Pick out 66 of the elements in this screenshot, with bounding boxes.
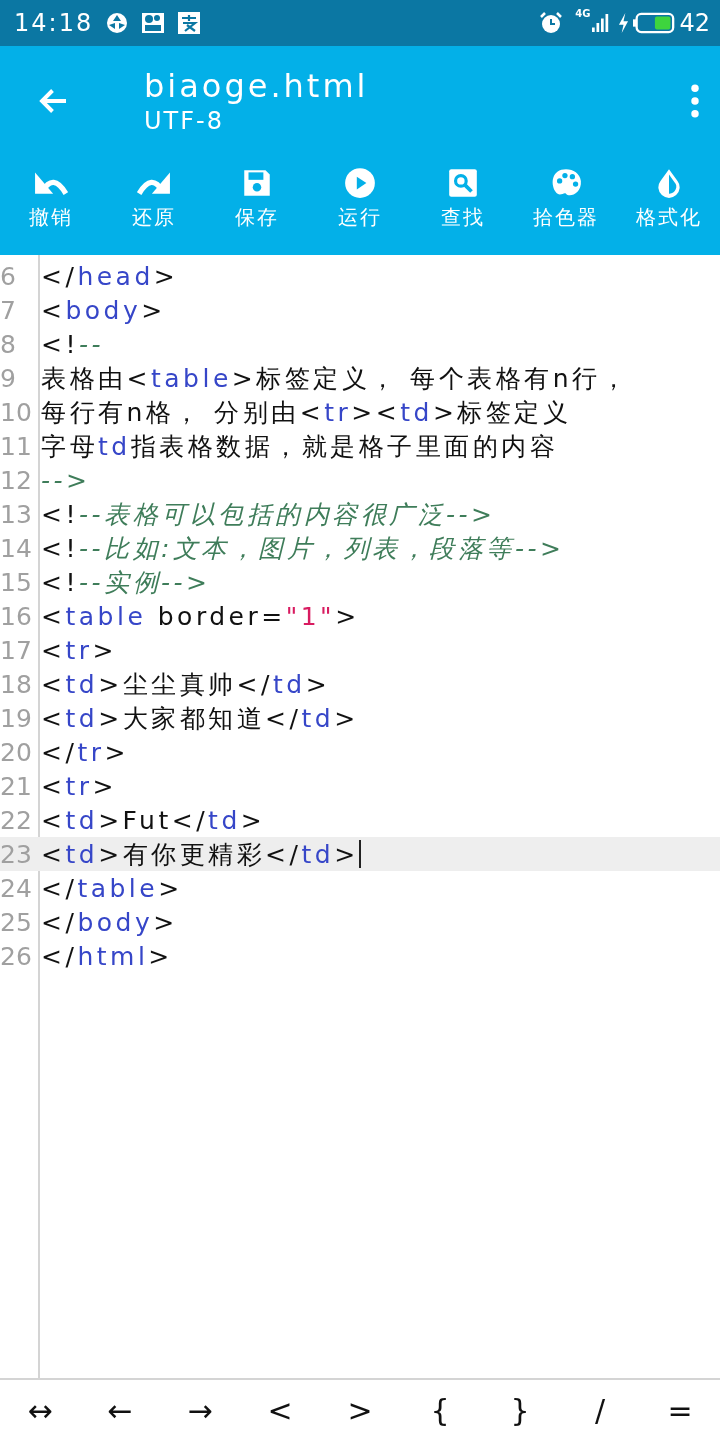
symbol-key[interactable]: =	[640, 1392, 720, 1428]
line-number: 7	[0, 295, 17, 325]
line-number: 26	[0, 941, 33, 971]
symbol-key[interactable]: /	[560, 1392, 640, 1428]
line-number: 20	[0, 737, 33, 767]
app-icon	[141, 11, 166, 35]
code-line: 表格由<table>标签定义， 每个表格有n行，	[41, 362, 630, 395]
code-line: <td>大家都知道</td>	[41, 702, 359, 735]
signal-icon	[592, 12, 611, 34]
line-number: 11	[0, 431, 33, 461]
line-number: 15	[0, 567, 33, 597]
code-line: <!--比如:文本，图片，列表，段落等-->	[41, 532, 565, 565]
symbol-key[interactable]: {	[400, 1392, 480, 1428]
line-number: 10	[0, 397, 33, 427]
symbol-key[interactable]: ↔	[0, 1392, 80, 1428]
line-number: 16	[0, 601, 33, 631]
line-number: 22	[0, 805, 33, 835]
code-line: </table>	[41, 873, 183, 903]
app-icon	[177, 11, 202, 35]
symbol-key[interactable]: ←	[80, 1392, 160, 1428]
code-line: <td>有你更精彩</td>	[41, 838, 359, 871]
code-line: </html>	[41, 941, 173, 971]
line-number: 8	[0, 329, 17, 359]
file-title: biaoge.html	[144, 67, 370, 105]
line-number: 14	[0, 533, 33, 563]
app-icon	[105, 11, 130, 35]
code-line: <td>Fut</td>	[41, 805, 266, 835]
code-line: <!--实例-->	[41, 566, 211, 599]
battery-icon	[633, 11, 676, 35]
status-time: 14:18	[14, 9, 94, 37]
line-number: 6	[0, 261, 17, 291]
symbol-key[interactable]: >	[320, 1392, 400, 1428]
code-line: <!--	[41, 329, 105, 359]
code-line: <tr>	[41, 635, 117, 665]
line-number: 25	[0, 907, 33, 937]
line-number: 18	[0, 669, 33, 699]
code-line: <tr>	[41, 771, 117, 801]
more-button[interactable]	[690, 84, 700, 118]
line-number: 12	[0, 465, 33, 495]
battery-percent: 42	[679, 9, 710, 37]
code-line: <!--表格可以包括的内容很广泛-->	[41, 498, 496, 531]
line-number: 23	[0, 839, 33, 869]
line-number: 19	[0, 703, 33, 733]
alarm-icon	[539, 11, 564, 35]
symbol-key[interactable]: →	[160, 1392, 240, 1428]
code-line: <table border="1">	[41, 601, 360, 631]
line-number: 13	[0, 499, 33, 529]
file-encoding: UTF-8	[144, 107, 225, 135]
line-number: 9	[0, 363, 17, 393]
charging-icon	[618, 13, 630, 33]
code-line: -->	[41, 465, 91, 495]
line-number: 21	[0, 771, 33, 801]
code-line: 每行有n格， 分别由<tr><td>标签定义	[41, 396, 572, 429]
symbol-key[interactable]: }	[480, 1392, 560, 1428]
code-line: <td>尘尘真帅</td>	[41, 668, 331, 701]
line-number: 17	[0, 635, 33, 665]
network-type: 4G	[575, 8, 591, 19]
line-number: 24	[0, 873, 33, 903]
text-cursor	[358, 840, 361, 868]
code-line: </head>	[41, 261, 179, 291]
code-line: <body>	[41, 295, 166, 325]
symbol-key[interactable]: <	[240, 1392, 320, 1428]
code-line: </tr>	[41, 737, 129, 767]
code-line: </body>	[41, 907, 178, 937]
code-line: 字母td 指表格数据，就是格子里面的内容	[41, 430, 559, 463]
play-icon	[343, 166, 377, 200]
